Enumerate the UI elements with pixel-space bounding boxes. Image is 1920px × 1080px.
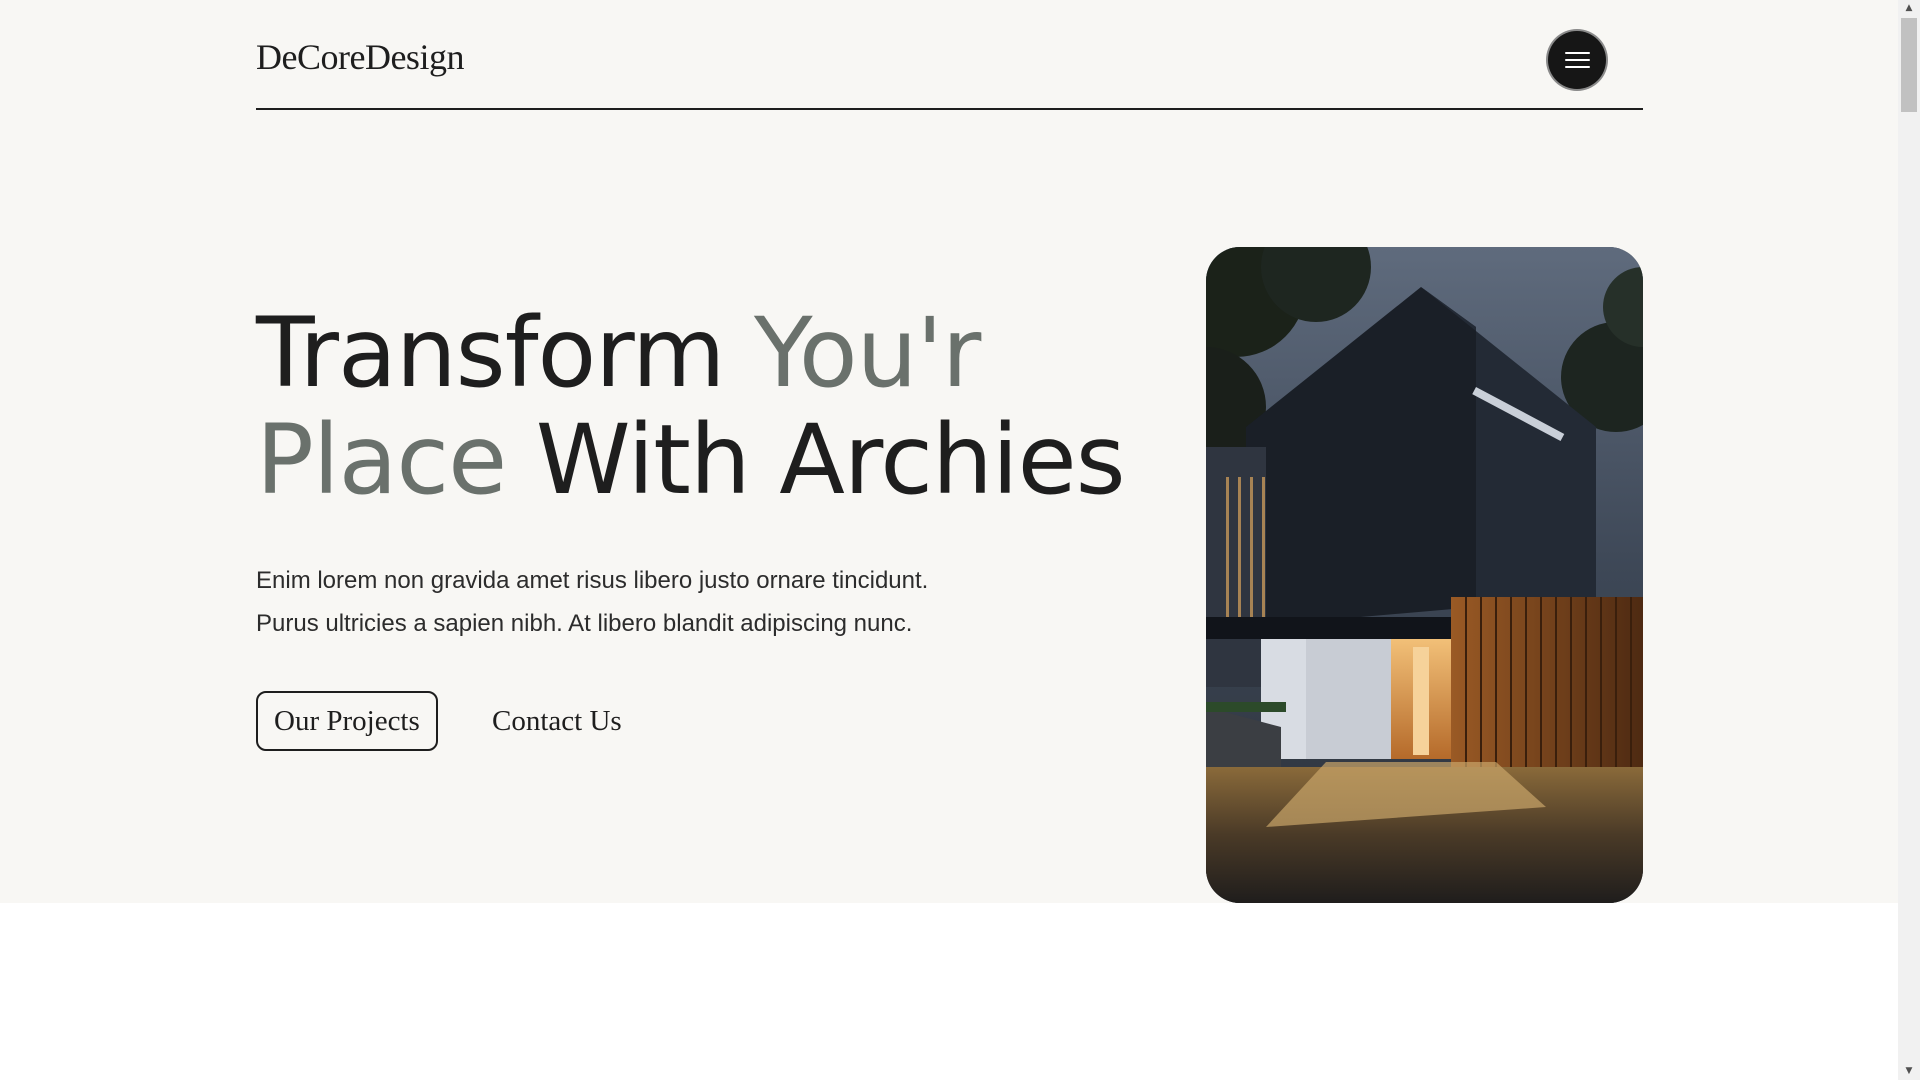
scroll-up-arrow-icon[interactable]: ▲ bbox=[1898, 0, 1920, 17]
our-projects-button[interactable]: Our Projects bbox=[256, 691, 438, 751]
logo[interactable]: DeCoreDesign bbox=[256, 36, 464, 78]
hero-description-line1: Enim lorem non gravida amet risus libero… bbox=[256, 567, 929, 594]
hero-title: Transform You'r Place With Archies bbox=[256, 297, 1126, 516]
hero-description-line2: Purus ultricies a sapien nibh. At libero… bbox=[256, 610, 913, 637]
hero-title-accent2: Place bbox=[256, 404, 507, 516]
hero-title-accent1: You'r bbox=[754, 297, 981, 409]
hero-section: DeCoreDesign Transform You'r Place With A… bbox=[0, 0, 1898, 903]
vertical-scrollbar[interactable] bbox=[1898, 0, 1920, 1080]
hero-description: Enim lorem non gravida amet risus libero… bbox=[256, 559, 1016, 645]
menu-button[interactable] bbox=[1548, 31, 1606, 89]
scrollbar-thumb[interactable] bbox=[1901, 18, 1917, 112]
navbar: DeCoreDesign bbox=[256, 0, 1643, 110]
contact-us-link[interactable]: Contact Us bbox=[492, 693, 622, 749]
modern-house-photo bbox=[1206, 247, 1643, 903]
page: DeCoreDesign Transform You'r Place With A… bbox=[0, 0, 1898, 1080]
hero-title-part1: Transform bbox=[256, 297, 755, 409]
hero-title-part4: With Archies bbox=[506, 404, 1126, 516]
scroll-down-arrow-icon[interactable]: ▼ bbox=[1898, 1063, 1920, 1080]
